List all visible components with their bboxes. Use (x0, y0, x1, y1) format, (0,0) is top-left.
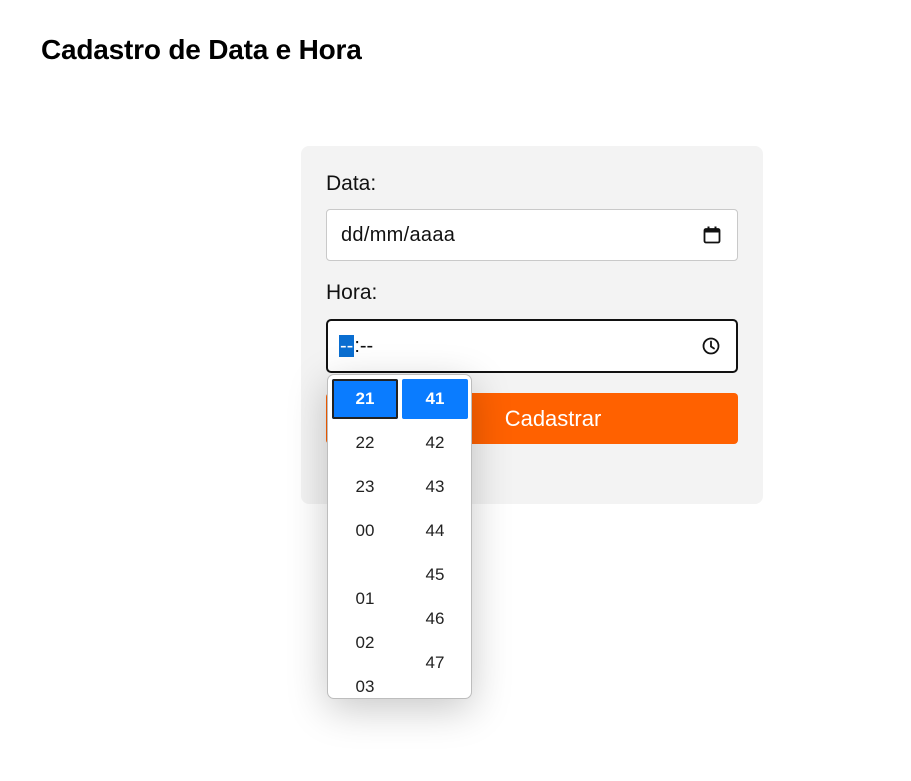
hour-option[interactable]: 02 (332, 623, 398, 663)
hour-option[interactable]: 23 (332, 467, 398, 507)
time-picker-dropdown: 21 22 23 00 01 02 03 41 42 43 44 45 46 4… (327, 374, 472, 699)
minute-option[interactable]: 42 (402, 423, 468, 463)
minute-option[interactable]: 43 (402, 467, 468, 507)
time-input[interactable]: --:-- (326, 319, 738, 373)
hour-option[interactable]: 21 (332, 379, 398, 419)
date-label: Data: (326, 172, 377, 195)
minute-option[interactable]: 47 (402, 643, 468, 683)
minute-option[interactable]: 44 (402, 511, 468, 551)
time-hour-segment[interactable]: -- (339, 334, 355, 357)
minute-option[interactable]: 45 (402, 555, 468, 595)
time-minute-segment[interactable]: -- (360, 335, 373, 357)
time-label: Hora: (326, 281, 378, 304)
minute-option[interactable]: 41 (402, 379, 468, 419)
date-input[interactable]: dd/mm/aaaa (326, 209, 738, 261)
clock-icon[interactable] (700, 335, 722, 357)
hour-option[interactable]: 00 (332, 511, 398, 551)
minute-option[interactable]: 46 (402, 599, 468, 639)
hour-option[interactable]: 22 (332, 423, 398, 463)
hour-option[interactable]: 03 (332, 667, 398, 698)
calendar-icon[interactable] (701, 224, 723, 246)
hour-option[interactable]: 01 (332, 579, 398, 619)
page-title: Cadastro de Data e Hora (41, 34, 362, 65)
time-value: --:-- (339, 334, 700, 358)
date-placeholder: dd/mm/aaaa (341, 223, 456, 246)
